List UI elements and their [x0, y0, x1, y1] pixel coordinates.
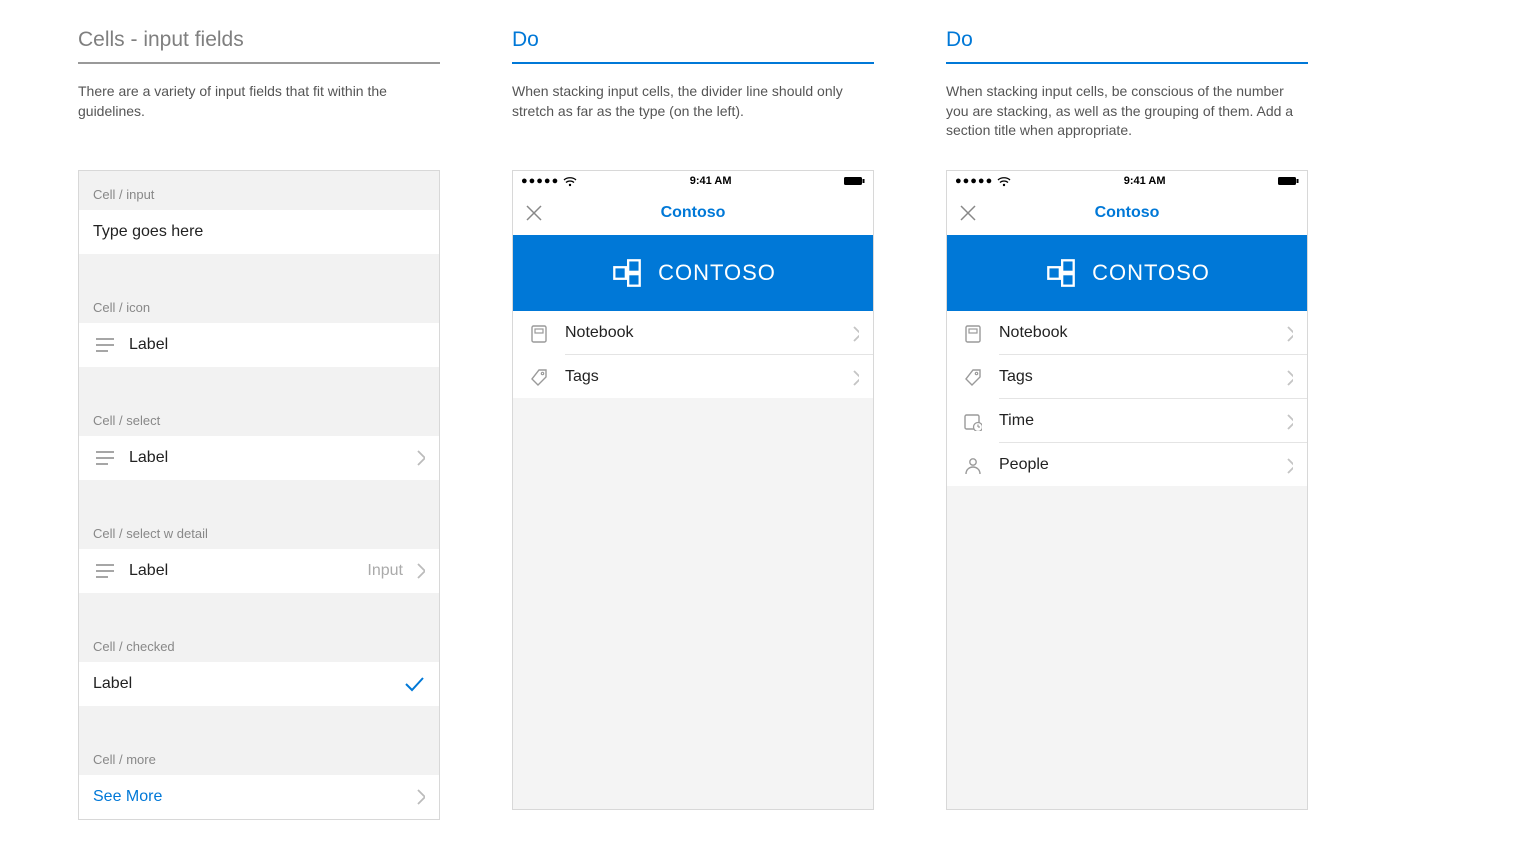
- tag-icon: [527, 366, 549, 388]
- column-description: When stacking input cells, be conscious …: [946, 82, 1308, 142]
- people-icon: [961, 454, 983, 476]
- list-item-time[interactable]: Time: [947, 399, 1307, 442]
- brand-bar: CONTOSO: [513, 235, 873, 311]
- cell-select-detail[interactable]: Label Input: [79, 549, 439, 593]
- list-item-label: People: [999, 456, 1281, 474]
- column-description: When stacking input cells, the divider l…: [512, 82, 874, 142]
- wifi-icon: [997, 175, 1011, 187]
- nav-bar: Contoso: [513, 191, 873, 235]
- list-item-label: Tags: [565, 368, 847, 386]
- status-time: 9:41 AM: [690, 175, 732, 187]
- time-icon: [961, 410, 983, 432]
- list-item-notebook[interactable]: Notebook: [513, 311, 873, 354]
- chevron-right-icon: [847, 367, 859, 387]
- list: Notebook Tags Time People: [947, 311, 1307, 486]
- lines-icon: [93, 446, 117, 470]
- cell-checked-label: Label: [93, 675, 132, 693]
- status-bar: ●●●●● 9:41 AM: [513, 171, 873, 191]
- battery-icon: [1278, 175, 1299, 187]
- cell-input[interactable]: Type goes here: [79, 210, 439, 254]
- list-item-label: Notebook: [999, 324, 1281, 342]
- column-cells-input-fields: Cells - input fields There are a variety…: [78, 28, 440, 820]
- cell-checked[interactable]: Label: [79, 662, 439, 706]
- chevron-right-icon: [411, 786, 425, 808]
- status-bar: ●●●●● 9:41 AM: [947, 171, 1307, 191]
- list-item-label: Time: [999, 412, 1281, 430]
- phone-mock: ●●●●● 9:41 AM Contoso CONTOSO Notebook Ta…: [946, 170, 1308, 810]
- cell-more-label: See More: [93, 788, 162, 806]
- lines-icon: [93, 333, 117, 357]
- chevron-right-icon: [847, 323, 859, 343]
- chevron-right-icon: [1281, 455, 1293, 475]
- column-title: Do: [512, 28, 874, 64]
- chevron-right-icon: [1281, 323, 1293, 343]
- spec-header-icon: Cell / icon: [79, 284, 439, 323]
- notebook-icon: [527, 322, 549, 344]
- list-item-label: Tags: [999, 368, 1281, 386]
- list-item-people[interactable]: People: [947, 443, 1307, 486]
- column-title: Do: [946, 28, 1308, 64]
- brand-label: CONTOSO: [1092, 260, 1210, 286]
- cell-specimen-panel: Cell / input Type goes here Cell / icon …: [78, 170, 440, 820]
- spec-header-input: Cell / input: [79, 171, 439, 210]
- notebook-icon: [961, 322, 983, 344]
- column-title: Cells - input fields: [78, 28, 440, 64]
- list-item-tag[interactable]: Tags: [513, 355, 873, 398]
- spec-header-checked: Cell / checked: [79, 623, 439, 662]
- cell-select-label: Label: [129, 449, 168, 467]
- chevron-right-icon: [1281, 411, 1293, 431]
- column-description: There are a variety of input fields that…: [78, 82, 440, 142]
- cell-input-value: Type goes here: [93, 223, 203, 241]
- cell-icon-label: Label: [129, 336, 168, 354]
- cell-see-more[interactable]: See More: [79, 775, 439, 819]
- list-item-label: Notebook: [565, 324, 847, 342]
- battery-icon: [844, 175, 865, 187]
- spec-header-more: Cell / more: [79, 736, 439, 775]
- tiles-icon: [610, 258, 644, 288]
- chevron-right-icon: [411, 560, 425, 582]
- spec-header-select: Cell / select: [79, 397, 439, 436]
- list: Notebook Tags: [513, 311, 873, 398]
- lines-icon: [93, 559, 117, 583]
- signal-dots-icon: ●●●●●: [955, 175, 993, 187]
- nav-title: Contoso: [1095, 204, 1160, 222]
- brand-label: CONTOSO: [658, 260, 776, 286]
- cell-select-detail-label: Label: [129, 562, 168, 580]
- list-item-tag[interactable]: Tags: [947, 355, 1307, 398]
- wifi-icon: [563, 175, 577, 187]
- cell-select[interactable]: Label: [79, 436, 439, 480]
- chevron-right-icon: [411, 447, 425, 469]
- nav-bar: Contoso: [947, 191, 1307, 235]
- column-do-2: Do When stacking input cells, be conscio…: [946, 28, 1308, 820]
- cell-icon[interactable]: Label: [79, 323, 439, 367]
- status-time: 9:41 AM: [1124, 175, 1166, 187]
- close-button[interactable]: [957, 202, 979, 224]
- close-button[interactable]: [523, 202, 545, 224]
- column-do-1: Do When stacking input cells, the divide…: [512, 28, 874, 820]
- chevron-right-icon: [1281, 367, 1293, 387]
- list-item-notebook[interactable]: Notebook: [947, 311, 1307, 354]
- cell-select-detail-value: Input: [367, 562, 403, 580]
- phone-mock: ●●●●● 9:41 AM Contoso CONTOSO Notebook Ta…: [512, 170, 874, 810]
- checkmark-icon: [403, 673, 425, 695]
- brand-bar: CONTOSO: [947, 235, 1307, 311]
- nav-title: Contoso: [661, 204, 726, 222]
- tag-icon: [961, 366, 983, 388]
- spec-header-select-detail: Cell / select w detail: [79, 510, 439, 549]
- tiles-icon: [1044, 258, 1078, 288]
- signal-dots-icon: ●●●●●: [521, 175, 559, 187]
